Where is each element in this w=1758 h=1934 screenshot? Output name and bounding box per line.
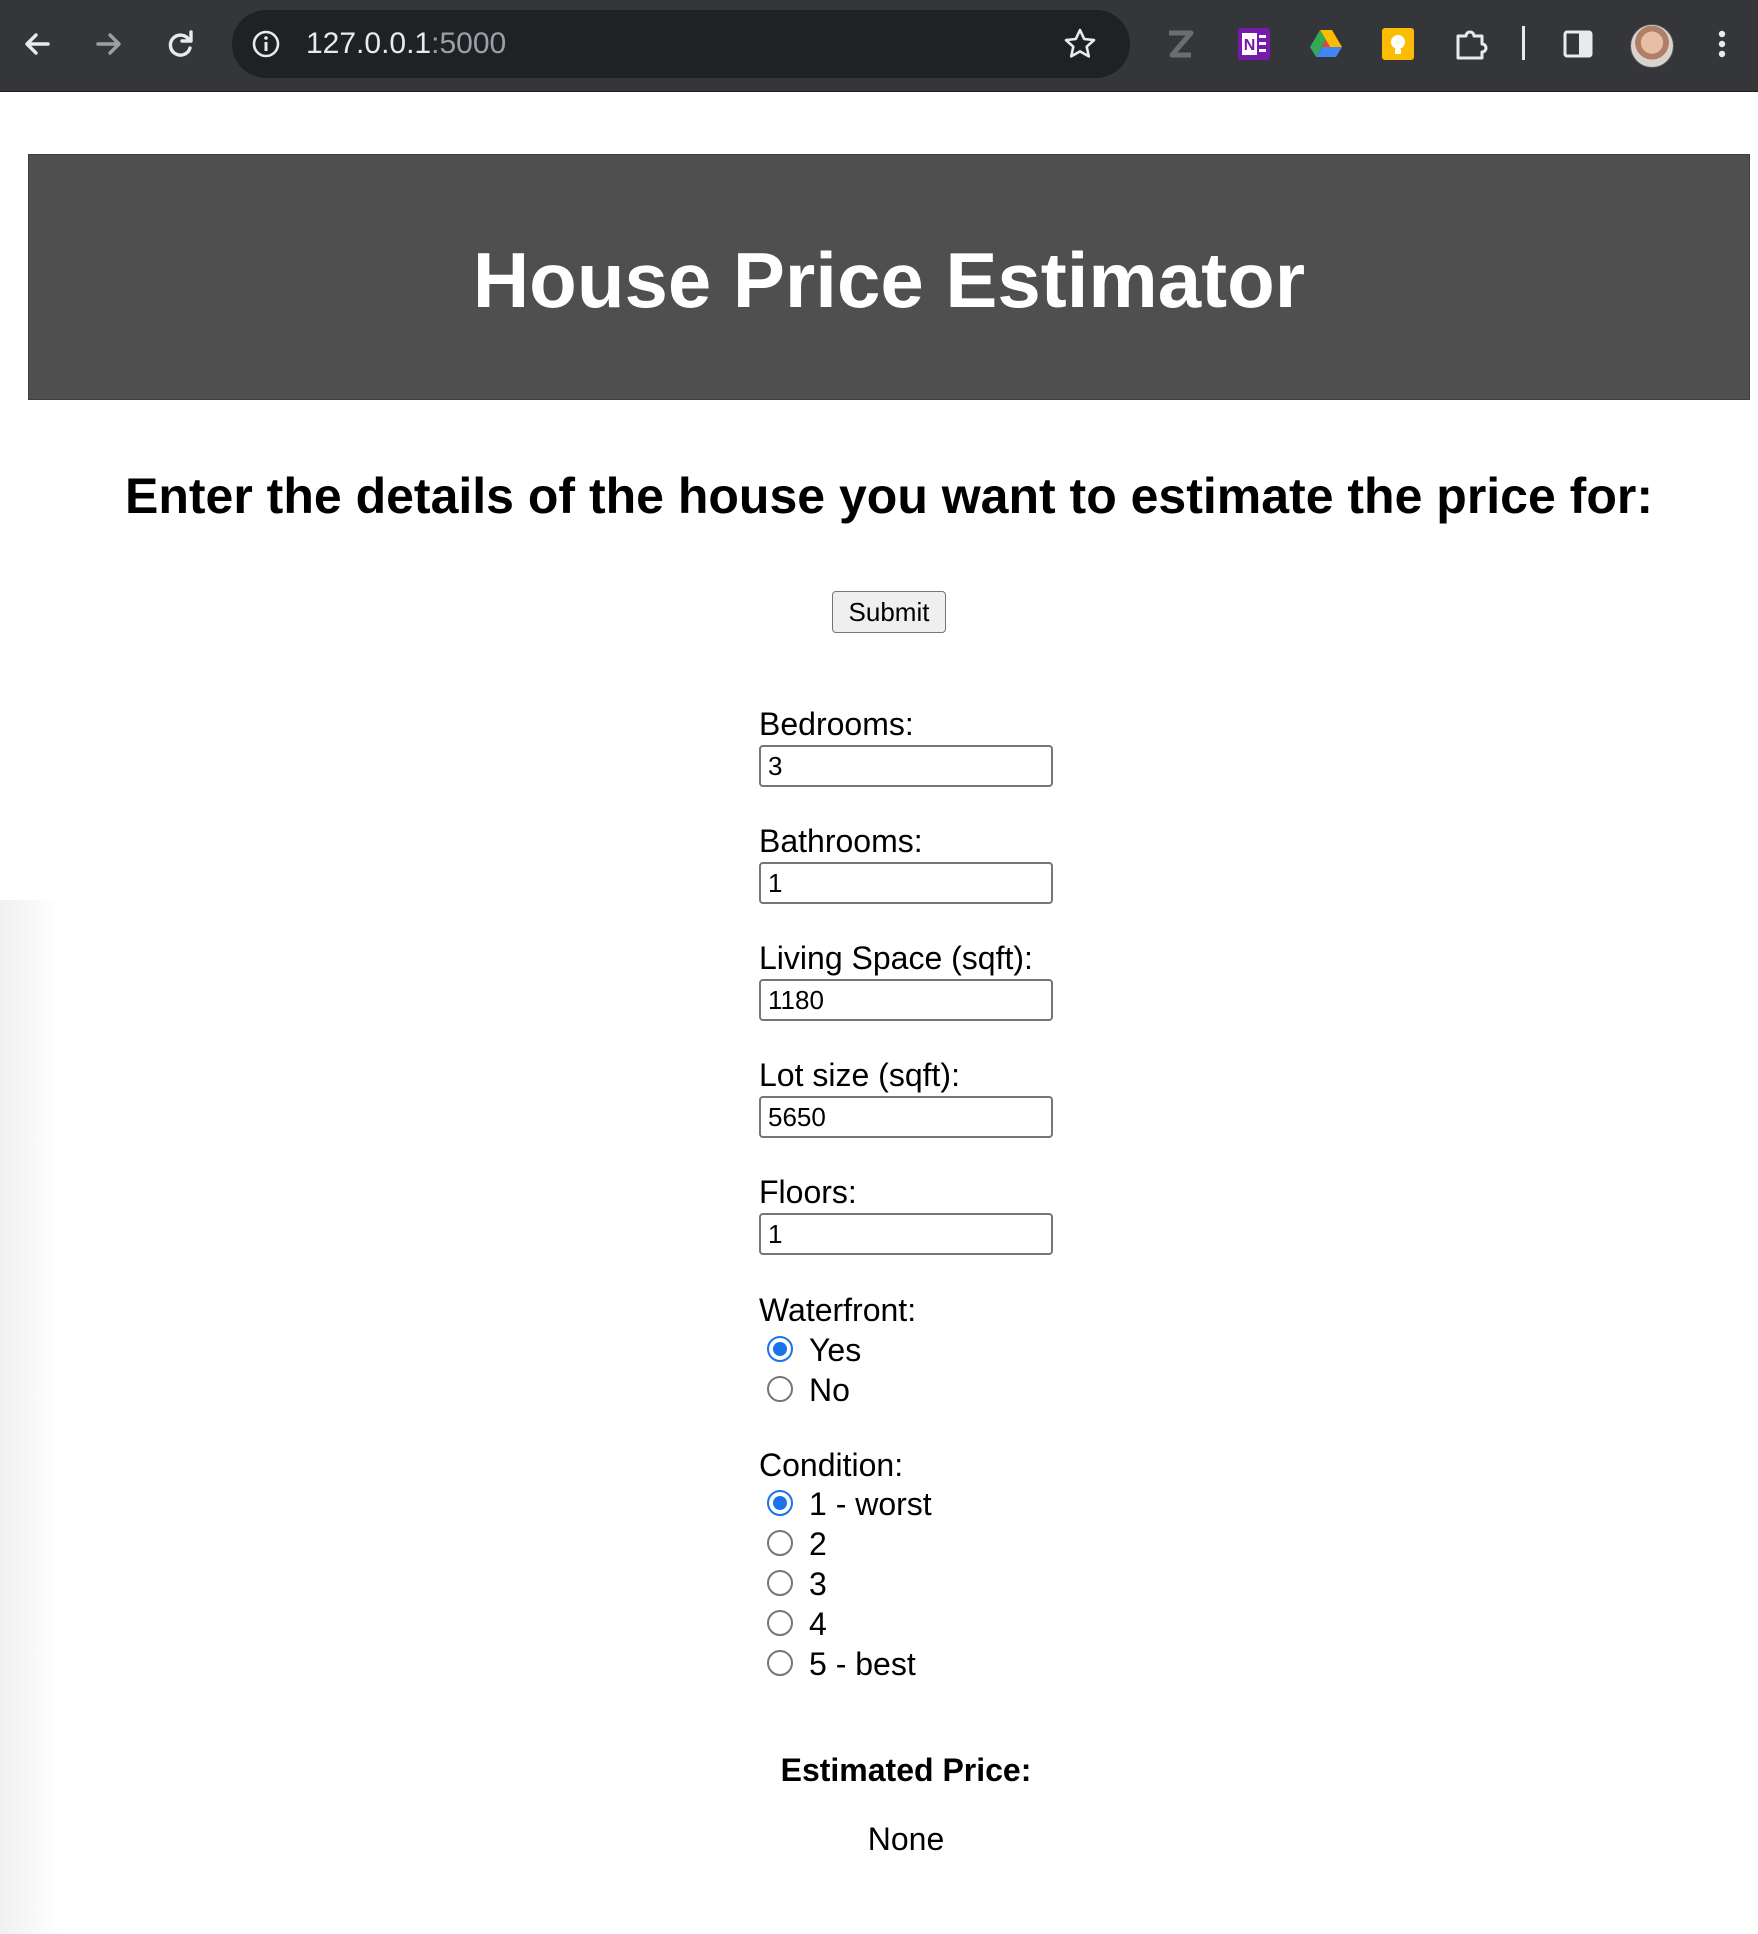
url-host: 127.0.0.1 [306, 27, 432, 60]
url-port: :5000 [431, 27, 507, 60]
puzzle-extensions-icon[interactable] [1450, 24, 1490, 64]
url-text: 127.0.0.1:5000 [306, 28, 506, 60]
google-drive-icon[interactable] [1306, 24, 1346, 64]
browser-toolbar: 127.0.0.1:5000 N [0, 0, 1758, 92]
onenote-icon[interactable]: N [1234, 24, 1274, 64]
arrow-left-icon [25, 33, 50, 55]
condition-label: Condition: [759, 1447, 904, 1483]
reload-button[interactable] [156, 20, 204, 68]
living-space-label: Living Space (sqft): [759, 940, 1033, 976]
forward-button[interactable] [84, 20, 132, 68]
waterfront-no-radio[interactable] [767, 1376, 793, 1402]
waterfront-label: Waterfront: [759, 1292, 917, 1328]
condition-4-radio[interactable] [767, 1610, 793, 1636]
estimated-price-heading: Estimated Price: [780, 1752, 1032, 1788]
bedrooms-input[interactable] [759, 745, 1053, 787]
info-icon[interactable] [250, 28, 282, 60]
bathrooms-label: Bathrooms: [759, 823, 923, 859]
waterfront-yes-radio[interactable] [767, 1336, 793, 1362]
arrow-right-icon [96, 33, 121, 55]
living-space-input[interactable] [759, 979, 1053, 1021]
condition-3-label: 3 [809, 1566, 827, 1602]
back-button[interactable] [14, 20, 62, 68]
form-intro: Enter the details of the house you want … [124, 468, 1653, 524]
avatar[interactable] [1630, 24, 1674, 68]
condition-2-radio[interactable] [767, 1530, 793, 1556]
lot-size-input[interactable] [759, 1096, 1053, 1138]
address-bar[interactable]: 127.0.0.1:5000 [232, 10, 1130, 78]
star-icon[interactable] [1062, 26, 1098, 62]
google-keep-icon[interactable] [1378, 24, 1418, 64]
estimated-price-value: None [867, 1821, 945, 1857]
condition-5-label: 5 - best [809, 1646, 916, 1682]
onenote-letter: N [1244, 37, 1256, 54]
condition-3-radio[interactable] [767, 1570, 793, 1596]
kebab-menu-icon[interactable] [1702, 24, 1742, 64]
condition-5-radio[interactable] [767, 1650, 793, 1676]
condition-1-radio[interactable] [767, 1490, 793, 1516]
waterfront-no-label: No [809, 1372, 850, 1408]
submit-button[interactable]: Submit [832, 591, 946, 633]
lot-size-label: Lot size (sqft): [759, 1057, 960, 1093]
floors-label: Floors: [759, 1174, 857, 1210]
page-header: House Price Estimator [28, 154, 1750, 400]
side-panel-icon[interactable] [1558, 24, 1598, 64]
condition-1-label: 1 - worst [809, 1486, 932, 1522]
condition-4-label: 4 [809, 1606, 827, 1642]
toolbar-divider [1522, 26, 1525, 60]
waterfront-yes-label: Yes [809, 1332, 862, 1368]
condition-2-label: 2 [809, 1526, 827, 1562]
zotero-icon[interactable] [1160, 24, 1200, 64]
reload-icon [168, 30, 193, 57]
floors-input[interactable] [759, 1213, 1053, 1255]
bathrooms-input[interactable] [759, 862, 1053, 904]
page-title: House Price Estimator [472, 236, 1306, 324]
bedrooms-label: Bedrooms: [759, 706, 914, 742]
